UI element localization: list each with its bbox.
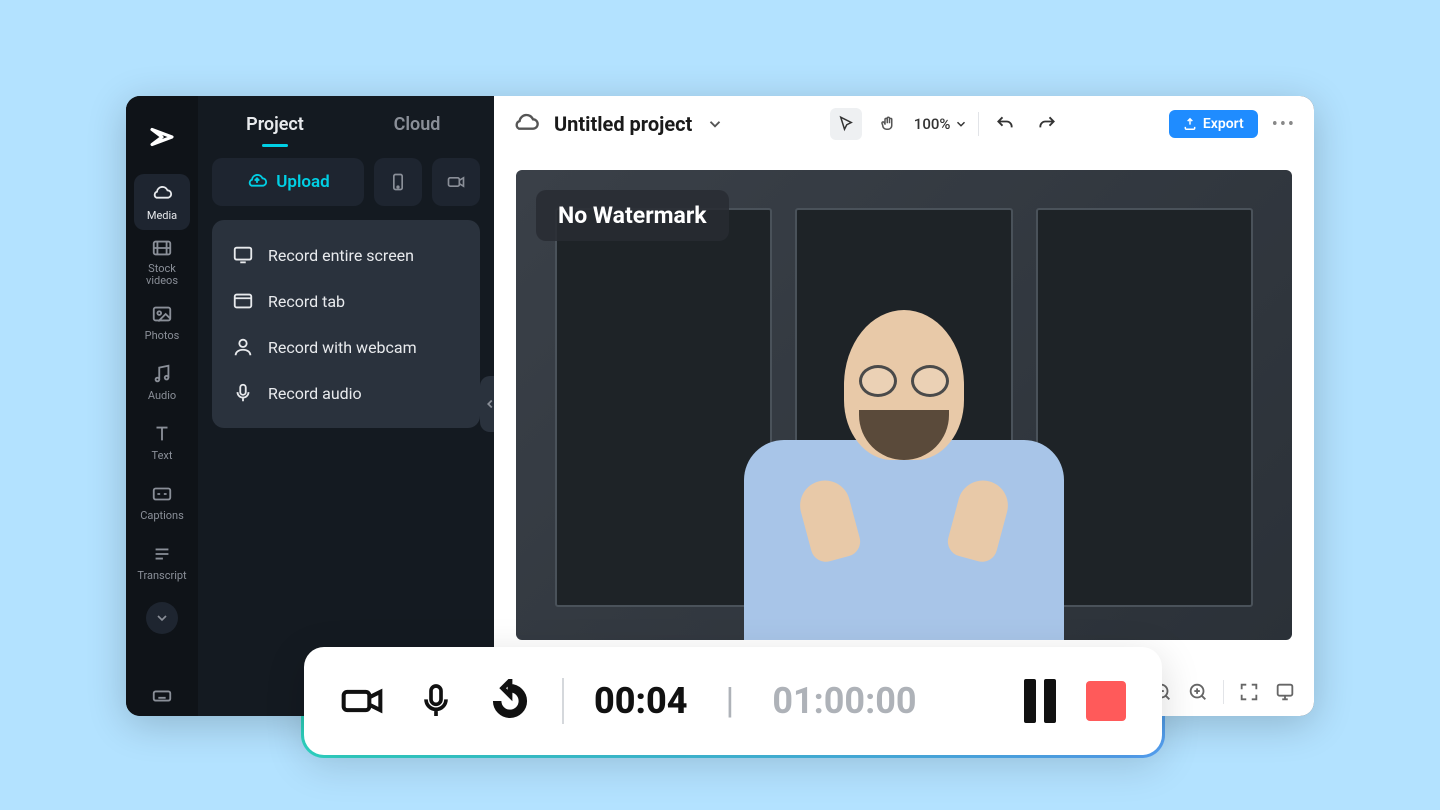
left-rail: Media Stock videos Photos Audio Text Cap… xyxy=(126,96,198,716)
rail-item-text[interactable]: Text xyxy=(134,414,190,470)
main-area: Untitled project 100% xyxy=(494,96,1314,716)
captions-icon xyxy=(151,483,173,505)
hand-tool[interactable] xyxy=(872,108,904,140)
fullscreen-button[interactable] xyxy=(1238,681,1260,703)
person-icon xyxy=(232,336,254,358)
rail-item-captions[interactable]: Captions xyxy=(134,474,190,530)
menu-item-label: Record entire screen xyxy=(268,246,414,265)
redo-icon xyxy=(1037,114,1057,134)
record-tab[interactable]: Record tab xyxy=(220,280,472,322)
side-panel: Project Cloud Upload Record entire scree… xyxy=(198,96,494,716)
export-icon xyxy=(1183,117,1197,131)
more-button[interactable]: ••• xyxy=(1272,114,1296,135)
text-icon xyxy=(151,423,173,445)
present-button[interactable] xyxy=(1274,681,1296,703)
rail-item-stock-videos[interactable]: Stock videos xyxy=(134,234,190,290)
mic-icon xyxy=(232,382,254,404)
cursor-tool[interactable] xyxy=(830,108,862,140)
tab-project[interactable]: Project xyxy=(208,114,342,141)
chevron-down-icon[interactable] xyxy=(706,115,724,133)
project-name[interactable]: Untitled project xyxy=(554,112,692,136)
rail-item-audio[interactable]: Audio xyxy=(134,354,190,410)
record-audio[interactable]: Record audio xyxy=(220,372,472,414)
export-label: Export xyxy=(1203,116,1244,132)
music-icon xyxy=(151,363,173,385)
rail-item-transcript[interactable]: Transcript xyxy=(134,534,190,590)
mic-icon xyxy=(416,681,456,721)
rail-label: Photos xyxy=(145,329,180,342)
rail-label: Text xyxy=(152,449,173,462)
watermark-badge: No Watermark xyxy=(536,190,729,241)
export-button[interactable]: Export xyxy=(1169,110,1258,138)
app-window: Media Stock videos Photos Audio Text Cap… xyxy=(126,96,1314,716)
app-logo xyxy=(147,122,177,152)
image-icon xyxy=(151,303,173,325)
divider xyxy=(562,678,564,724)
menu-item-label: Record tab xyxy=(268,292,345,311)
rail-more[interactable] xyxy=(146,602,178,634)
phone-icon xyxy=(388,172,408,192)
canvas-area: No Watermark xyxy=(494,152,1314,668)
undo-icon xyxy=(995,114,1015,134)
record-menu: Record entire screen Record tab Record w… xyxy=(212,220,480,428)
upload-row: Upload xyxy=(198,158,494,206)
keyboard-icon xyxy=(151,685,173,707)
camera-toggle[interactable] xyxy=(340,679,384,723)
chevron-down-icon xyxy=(154,610,170,626)
rail-label: Media xyxy=(147,209,177,222)
redo-button[interactable] xyxy=(1031,108,1063,140)
divider xyxy=(978,112,979,136)
divider xyxy=(1223,680,1224,704)
rail-label: Stock videos xyxy=(146,263,178,287)
transcript-icon xyxy=(151,543,173,565)
camera-icon xyxy=(340,677,384,725)
cloud-upload-icon xyxy=(246,171,268,193)
rail-label: Captions xyxy=(140,509,184,522)
hand-icon xyxy=(879,115,897,133)
restart-icon xyxy=(488,679,532,723)
cursor-icon xyxy=(837,115,855,133)
elapsed-time: 00:04 xyxy=(594,680,688,722)
camera-button[interactable] xyxy=(432,158,480,206)
zoom-value: 100% xyxy=(914,115,951,133)
zoom-in-icon xyxy=(1187,681,1209,703)
topbar: Untitled project 100% xyxy=(494,96,1314,152)
upload-label: Upload xyxy=(276,172,329,192)
zoom-level[interactable]: 100% xyxy=(914,115,969,133)
film-icon xyxy=(151,237,173,259)
chevron-down-icon xyxy=(954,117,968,131)
tool-group: 100% xyxy=(830,108,1064,140)
menu-item-label: Record with webcam xyxy=(268,338,417,357)
menu-item-label: Record audio xyxy=(268,384,362,403)
preview-figure xyxy=(714,280,1094,640)
phone-button[interactable] xyxy=(374,158,422,206)
monitor-icon xyxy=(232,244,254,266)
video-preview[interactable]: No Watermark xyxy=(516,170,1292,640)
record-entire-screen[interactable]: Record entire screen xyxy=(220,234,472,276)
mic-toggle[interactable] xyxy=(414,679,458,723)
rail-item-photos[interactable]: Photos xyxy=(134,294,190,350)
camera-icon xyxy=(446,172,466,192)
record-webcam[interactable]: Record with webcam xyxy=(220,326,472,368)
time-separator: | xyxy=(726,680,735,722)
panel-tabs: Project Cloud xyxy=(198,96,494,158)
undo-button[interactable] xyxy=(989,108,1021,140)
recording-toolbar: 00:04 | 01:00:00 xyxy=(304,647,1162,755)
pause-button[interactable] xyxy=(1024,679,1056,723)
window-icon xyxy=(232,290,254,312)
zoom-in-button[interactable] xyxy=(1187,681,1209,703)
rail-item-media[interactable]: Media xyxy=(134,174,190,230)
rail-item-keyboard[interactable] xyxy=(134,676,190,716)
stop-button[interactable] xyxy=(1086,681,1126,721)
fullscreen-icon xyxy=(1238,681,1260,703)
present-icon xyxy=(1274,681,1296,703)
restart-button[interactable] xyxy=(488,679,532,723)
upload-button[interactable]: Upload xyxy=(212,158,364,206)
rail-label: Transcript xyxy=(137,569,186,582)
cloud-icon xyxy=(151,183,173,205)
tab-cloud[interactable]: Cloud xyxy=(350,114,484,141)
rail-label: Audio xyxy=(148,389,176,402)
cloud-icon xyxy=(512,110,540,138)
total-time: 01:00:00 xyxy=(772,680,916,722)
